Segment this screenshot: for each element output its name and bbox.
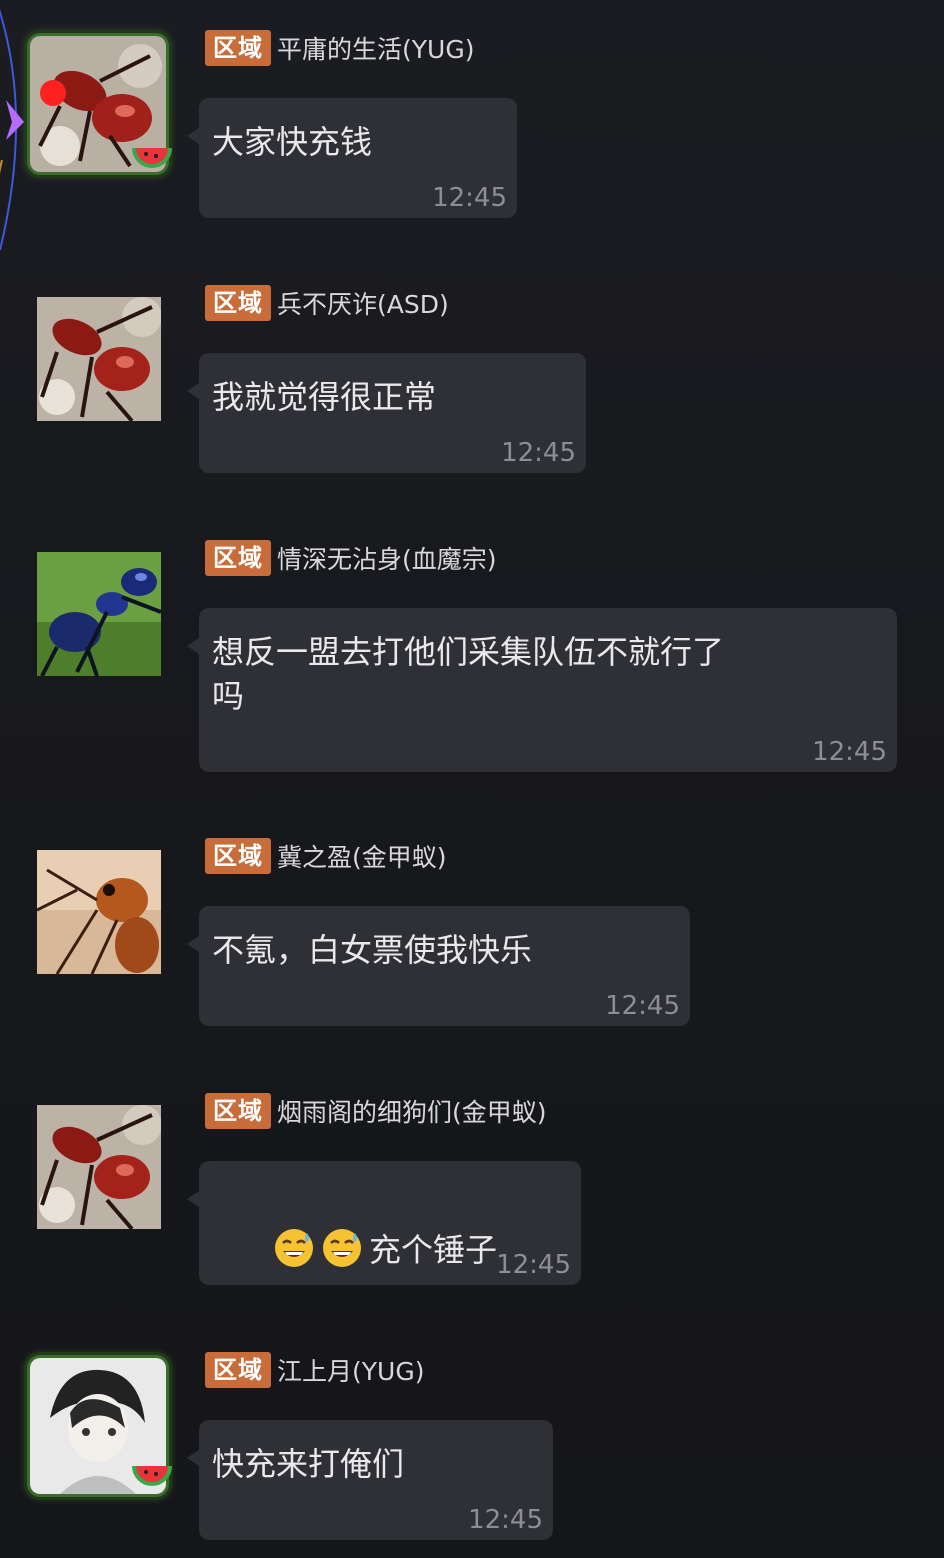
unread-dot-icon bbox=[40, 80, 66, 106]
message-text: 快充来打俺们 bbox=[212, 1445, 405, 1483]
message-text: 不氪，白女票使我快乐 bbox=[212, 931, 533, 969]
message-time: 12:45 bbox=[605, 991, 680, 1021]
message-header: 区域 烟雨阁的细狗们(金甲蚁) bbox=[205, 1093, 547, 1129]
channel-tag: 区域 bbox=[205, 838, 271, 874]
message-bubble[interactable]: 不氪，白女票使我快乐 12:45 bbox=[187, 906, 690, 1026]
avatar[interactable] bbox=[37, 1105, 161, 1229]
red-ant-avatar-icon bbox=[37, 1105, 161, 1229]
avatar[interactable] bbox=[37, 552, 161, 676]
watermelon-icon bbox=[132, 1465, 172, 1486]
channel-tag: 区域 bbox=[205, 285, 271, 321]
blue-ant-avatar-icon bbox=[37, 552, 161, 676]
message-header: 区域 冀之盈(金甲蚁) bbox=[205, 838, 447, 874]
message-bubble[interactable]: 我就觉得很正常 12:45 bbox=[187, 353, 586, 473]
message-text: 想反一盟去打他们采集队伍不就行了 吗 bbox=[212, 633, 725, 715]
message-time: 12:45 bbox=[496, 1250, 571, 1280]
message-header: 区域 平庸的生活(YUG) bbox=[205, 30, 474, 66]
channel-tag: 区域 bbox=[205, 1352, 271, 1388]
sender-name[interactable]: 烟雨阁的细狗们(金甲蚁) bbox=[277, 1093, 547, 1129]
message-bubble[interactable]: 想反一盟去打他们采集队伍不就行了 吗 12:45 bbox=[187, 608, 897, 772]
message-text: 我就觉得很正常 bbox=[212, 378, 437, 416]
message-bubble[interactable]: 快充来打俺们 12:45 bbox=[187, 1420, 553, 1540]
message-header: 区域 情深无沾身(血魔宗) bbox=[205, 540, 497, 576]
sender-name[interactable]: 情深无沾身(血魔宗) bbox=[277, 540, 497, 576]
sender-name[interactable]: 兵不厌诈(ASD) bbox=[277, 285, 449, 321]
avatar[interactable] bbox=[37, 850, 161, 974]
message-text-content: 充个锤子 bbox=[369, 1231, 498, 1269]
orange-ant-avatar-icon bbox=[37, 850, 161, 974]
chat-background bbox=[0, 0, 944, 1558]
channel-tag: 区域 bbox=[205, 540, 271, 576]
message-header: 区域 江上月(YUG) bbox=[205, 1352, 424, 1388]
edge-decoration bbox=[0, 9, 24, 251]
sender-name[interactable]: 冀之盈(金甲蚁) bbox=[277, 838, 447, 874]
message-time: 12:45 bbox=[501, 438, 576, 468]
sweat-smile-emoji-icon bbox=[275, 1229, 314, 1267]
channel-tag: 区域 bbox=[205, 1093, 271, 1129]
message-time: 12:45 bbox=[468, 1505, 543, 1535]
message-time: 12:45 bbox=[812, 737, 887, 767]
message-header: 区域 兵不厌诈(ASD) bbox=[205, 285, 449, 321]
sender-name[interactable]: 平庸的生活(YUG) bbox=[277, 30, 474, 66]
message-time: 12:45 bbox=[432, 183, 507, 213]
channel-tag: 区域 bbox=[205, 30, 271, 66]
message-bubble[interactable]: 充个锤子 12:45 bbox=[187, 1161, 581, 1285]
message-text: 大家快充钱 bbox=[212, 123, 373, 161]
avatar[interactable] bbox=[37, 297, 161, 421]
red-ant-avatar-icon bbox=[37, 297, 161, 421]
sweat-smile-emoji-icon bbox=[323, 1229, 362, 1267]
watermelon-icon bbox=[132, 147, 172, 168]
sender-name[interactable]: 江上月(YUG) bbox=[277, 1352, 424, 1388]
message-bubble[interactable]: 大家快充钱 12:45 bbox=[187, 98, 517, 218]
